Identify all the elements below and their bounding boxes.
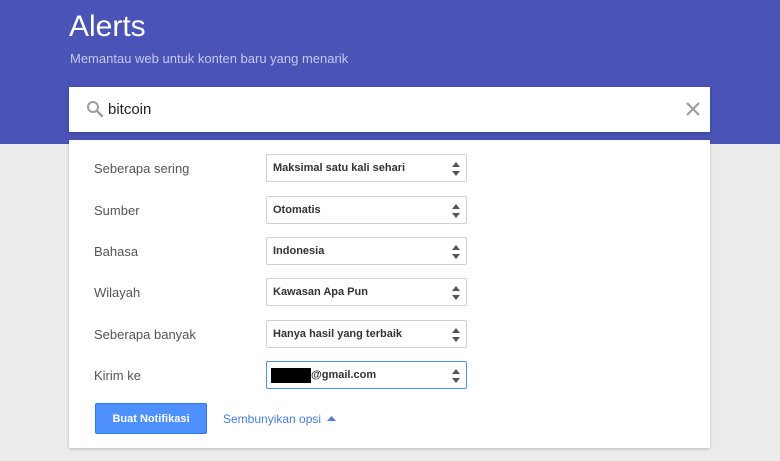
frequency-value: Maksimal satu kali sehari <box>273 162 406 174</box>
search-box[interactable] <box>69 87 710 132</box>
up-down-arrows-icon <box>452 245 460 259</box>
how-many-value: Hanya hasil yang terbaik <box>273 328 402 340</box>
option-row-how-many: Seberapa banyak Hanya hasil yang terbaik <box>69 320 710 350</box>
deliver-to-select[interactable]: @gmail.com <box>266 361 467 389</box>
search-input[interactable] <box>108 101 668 118</box>
language-value: Indonesia <box>273 245 325 257</box>
up-down-arrows-icon <box>452 286 460 300</box>
page-subtitle: Memantau web untuk konten baru yang mena… <box>70 51 349 66</box>
how-many-label: Seberapa banyak <box>94 327 196 342</box>
language-select[interactable]: Indonesia <box>266 237 467 265</box>
source-select[interactable]: Otomatis <box>266 196 467 224</box>
source-label: Sumber <box>94 203 140 218</box>
hide-options-link[interactable]: Sembunyikan opsi <box>223 412 321 426</box>
option-row-deliver-to: Kirim ke @gmail.com <box>69 361 710 391</box>
option-row-frequency: Seberapa sering Maksimal satu kali sehar… <box>69 154 710 184</box>
option-row-region: Wilayah Kawasan Apa Pun <box>69 278 710 308</box>
frequency-label: Seberapa sering <box>94 161 190 176</box>
option-row-language: Bahasa Indonesia <box>69 237 710 267</box>
close-icon[interactable] <box>685 101 701 117</box>
up-down-arrows-icon <box>452 162 460 176</box>
alert-options-panel: Seberapa sering Maksimal satu kali sehar… <box>69 140 710 448</box>
language-label: Bahasa <box>94 244 139 259</box>
option-row-source: Sumber Otomatis <box>69 196 710 226</box>
up-down-arrows-icon <box>452 204 460 218</box>
create-alert-button[interactable]: Buat Notifikasi <box>95 403 207 434</box>
page-title: Alerts <box>69 10 146 43</box>
up-down-arrows-icon <box>452 369 460 383</box>
source-value: Otomatis <box>273 204 321 216</box>
region-select[interactable]: Kawasan Apa Pun <box>266 278 467 306</box>
search-icon <box>87 101 104 118</box>
region-value: Kawasan Apa Pun <box>273 286 368 298</box>
redacted-email-username <box>271 368 311 383</box>
email-domain: @gmail.com <box>311 369 377 381</box>
up-down-arrows-icon <box>452 328 460 342</box>
deliver-to-label: Kirim ke <box>94 368 141 383</box>
frequency-select[interactable]: Maksimal satu kali sehari <box>266 154 467 182</box>
region-label: Wilayah <box>94 285 141 300</box>
caret-up-icon[interactable] <box>327 416 336 421</box>
how-many-select[interactable]: Hanya hasil yang terbaik <box>266 320 467 348</box>
